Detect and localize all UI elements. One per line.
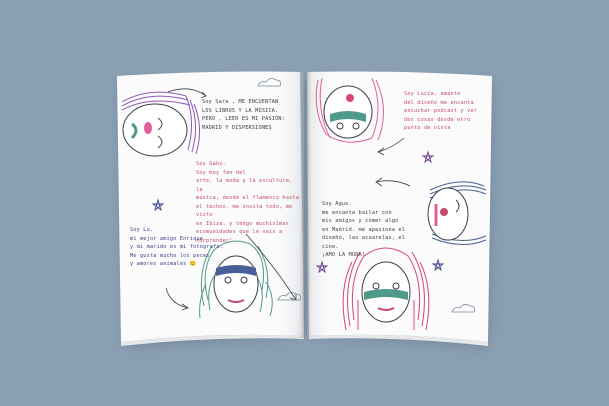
magazine-scene: Soy Sara , ME ENCUENTAN LOS LIBROS Y LA … bbox=[0, 0, 609, 406]
note-sara: Soy Sara , ME ENCUENTAN LOS LIBROS Y LA … bbox=[202, 99, 286, 131]
note-lu: Soy Lu. mi mejor amigo Enrique y mi mari… bbox=[130, 227, 224, 267]
note-lucia: Soy Lucía, amante del diseño me encanta … bbox=[404, 91, 478, 131]
note-agus: Soy Agus. me encanta bailar con mis amig… bbox=[322, 201, 406, 258]
magazine-illustration bbox=[117, 71, 492, 346]
